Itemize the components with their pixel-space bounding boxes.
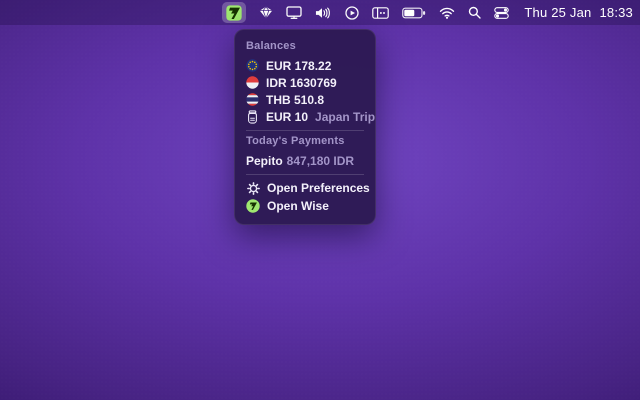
payment-row[interactable]: Pepito 847,180 IDR bbox=[246, 152, 364, 169]
desktop: Thu 25 Jan 18:33 Balances bbox=[0, 0, 640, 400]
menubar-window-button[interactable] bbox=[372, 2, 389, 23]
balance-row-jar[interactable]: EUR 10 Japan Trip bbox=[246, 108, 364, 125]
balance-row-idr[interactable]: IDR 1630769 bbox=[246, 74, 364, 91]
balances-header: Balances bbox=[246, 40, 364, 52]
balance-row-thb[interactable]: THB 510.8 bbox=[246, 91, 364, 108]
gear-icon bbox=[246, 182, 260, 195]
clock-time: 18:33 bbox=[599, 5, 633, 20]
play-circle-icon bbox=[345, 6, 359, 20]
menubar-wifi-button[interactable] bbox=[439, 2, 455, 23]
menubar-search-button[interactable] bbox=[468, 2, 481, 23]
balance-amount: EUR 10 bbox=[266, 110, 308, 124]
menubar-clock[interactable]: Thu 25 Jan 18:33 bbox=[524, 2, 633, 23]
display-icon bbox=[286, 6, 302, 19]
balance-amount: EUR 178.22 bbox=[266, 59, 331, 73]
payments-header: Today's Payments bbox=[246, 135, 364, 147]
divider bbox=[246, 174, 364, 175]
menubar-wise-button[interactable] bbox=[222, 2, 246, 23]
thailand-flag-icon bbox=[246, 93, 259, 106]
payment-amount: 847,180 IDR bbox=[287, 154, 354, 168]
menu-bar-status-items: Thu 25 Jan 18:33 bbox=[222, 2, 633, 23]
battery-icon bbox=[402, 7, 426, 19]
open-preferences-item[interactable]: Open Preferences bbox=[246, 179, 364, 197]
balance-amount: THB 510.8 bbox=[266, 93, 324, 107]
menubar-control-center-button[interactable] bbox=[494, 2, 509, 23]
control-center-icon bbox=[494, 7, 509, 19]
menubar-play-button[interactable] bbox=[345, 2, 359, 23]
balance-row-eur[interactable]: EUR 178.22 bbox=[246, 57, 364, 74]
menubar-battery-indicator[interactable] bbox=[402, 2, 426, 23]
volume-icon bbox=[315, 7, 332, 19]
open-wise-item[interactable]: Open Wise bbox=[246, 197, 364, 215]
search-icon bbox=[468, 6, 481, 19]
window-icon bbox=[372, 7, 389, 19]
indonesia-flag-icon bbox=[246, 76, 259, 89]
divider bbox=[246, 130, 364, 131]
menubar-volume-button[interactable] bbox=[315, 2, 332, 23]
wise-icon bbox=[246, 199, 260, 213]
wise-icon bbox=[226, 5, 242, 21]
balance-amount: IDR 1630769 bbox=[266, 76, 337, 90]
action-label: Open Wise bbox=[267, 199, 329, 213]
menubar-diamond-button[interactable] bbox=[259, 2, 273, 23]
menu-bar: Thu 25 Jan 18:33 bbox=[0, 0, 640, 25]
diamond-icon bbox=[259, 6, 273, 19]
clock-date: Thu 25 Jan bbox=[524, 5, 591, 20]
payment-name: Pepito bbox=[246, 154, 283, 168]
jar-icon bbox=[246, 110, 259, 123]
balance-label: Japan Trip bbox=[315, 110, 375, 124]
action-label: Open Preferences bbox=[267, 181, 370, 195]
wise-dropdown-panel: Balances EUR 178.22 bbox=[234, 29, 376, 225]
menubar-display-button[interactable] bbox=[286, 2, 302, 23]
eu-flag-icon bbox=[246, 59, 259, 72]
wifi-icon bbox=[439, 7, 455, 19]
